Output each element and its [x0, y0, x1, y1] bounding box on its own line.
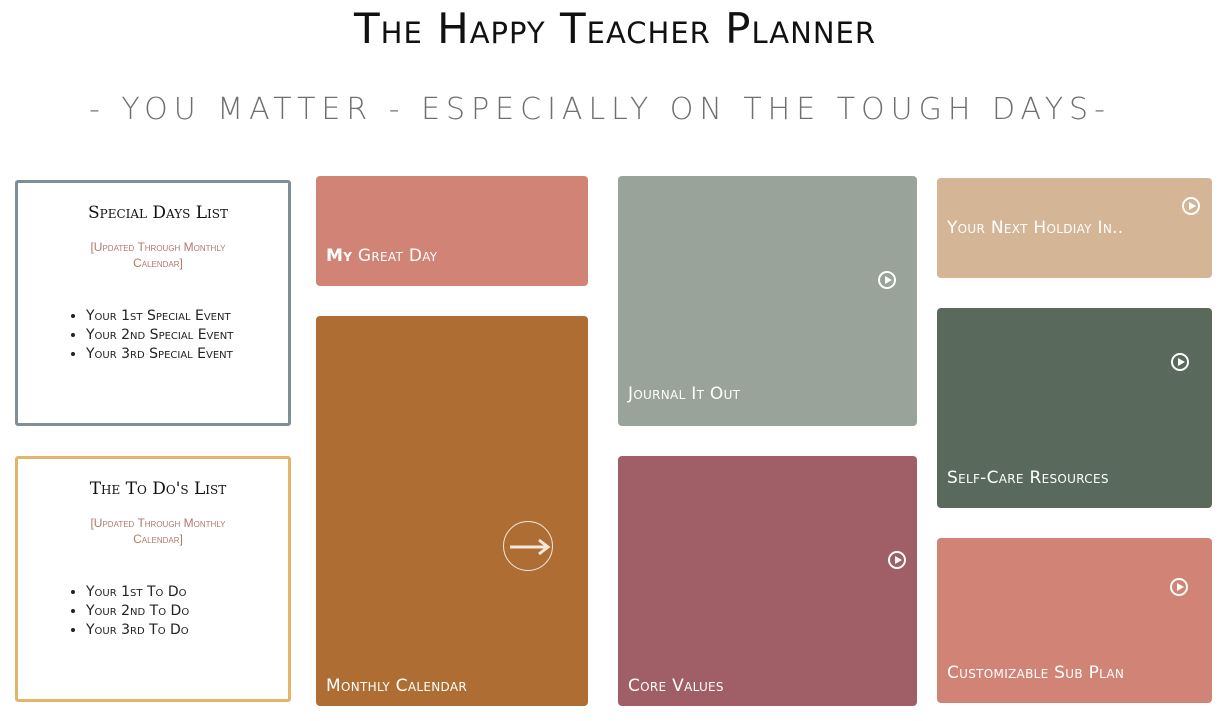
list-item: Your 1st To Do [86, 583, 278, 602]
tagline: - YOU MATTER - ESPECIALLY ON THE TOUGH D… [89, 92, 1111, 127]
tile-label: Self-Care Resources [947, 468, 1109, 488]
play-icon[interactable] [1171, 353, 1189, 371]
tile-label: My Great Day [326, 246, 437, 266]
tile-sub-plan[interactable]: Customizable Sub Plan [937, 538, 1212, 703]
play-icon[interactable] [1182, 197, 1200, 215]
list-item: Your 2nd To Do [86, 602, 278, 621]
list-item: Your 3rd To Do [86, 621, 278, 640]
tile-label: Journal It Out [628, 384, 741, 404]
play-icon[interactable] [1170, 578, 1188, 596]
tile-label-rest: Great Day [352, 246, 438, 266]
play-icon[interactable] [878, 271, 896, 289]
list-item: Your 2nd Special Event [86, 326, 278, 345]
tile-my-great-day[interactable]: My Great Day [316, 176, 588, 286]
tile-label: Your Next Holdiay In.. [947, 218, 1124, 238]
play-icon[interactable] [888, 551, 906, 569]
tile-label: Customizable Sub Plan [947, 663, 1125, 683]
list-item: Your 1st Special Event [86, 307, 278, 326]
tile-journal[interactable]: Journal It Out [618, 176, 917, 426]
todo-title: The To Do's List [89, 479, 227, 499]
tile-monthly-calendar[interactable]: Monthly Calendar [316, 316, 588, 706]
arrow-right-icon[interactable] [503, 521, 553, 571]
special-days-list: Your 1st Special Event Your 2nd Special … [28, 307, 278, 364]
tile-label-bold: My [326, 246, 353, 266]
page-title: The Happy Teacher Planner [354, 4, 876, 53]
tile-self-care[interactable]: Self-Care Resources [937, 308, 1212, 508]
tile-label: Monthly Calendar [326, 676, 467, 696]
list-item: Your 3rd Special Event [86, 345, 278, 364]
todo-card: The To Do's List [Updated Through Monthl… [15, 456, 291, 702]
todo-note: [Updated Through Monthly Calendar] [90, 516, 226, 546]
special-days-note: [Updated Through Monthly Calendar] [90, 240, 226, 270]
tile-next-holiday[interactable]: Your Next Holdiay In.. [937, 178, 1212, 278]
tile-label: Core Values [628, 676, 724, 696]
tile-core-values[interactable]: Core Values [618, 456, 917, 706]
special-days-card: Special Days List [Updated Through Month… [15, 180, 291, 426]
special-days-title: Special Days List [87, 203, 229, 223]
todo-list: Your 1st To Do Your 2nd To Do Your 3rd T… [28, 583, 278, 640]
